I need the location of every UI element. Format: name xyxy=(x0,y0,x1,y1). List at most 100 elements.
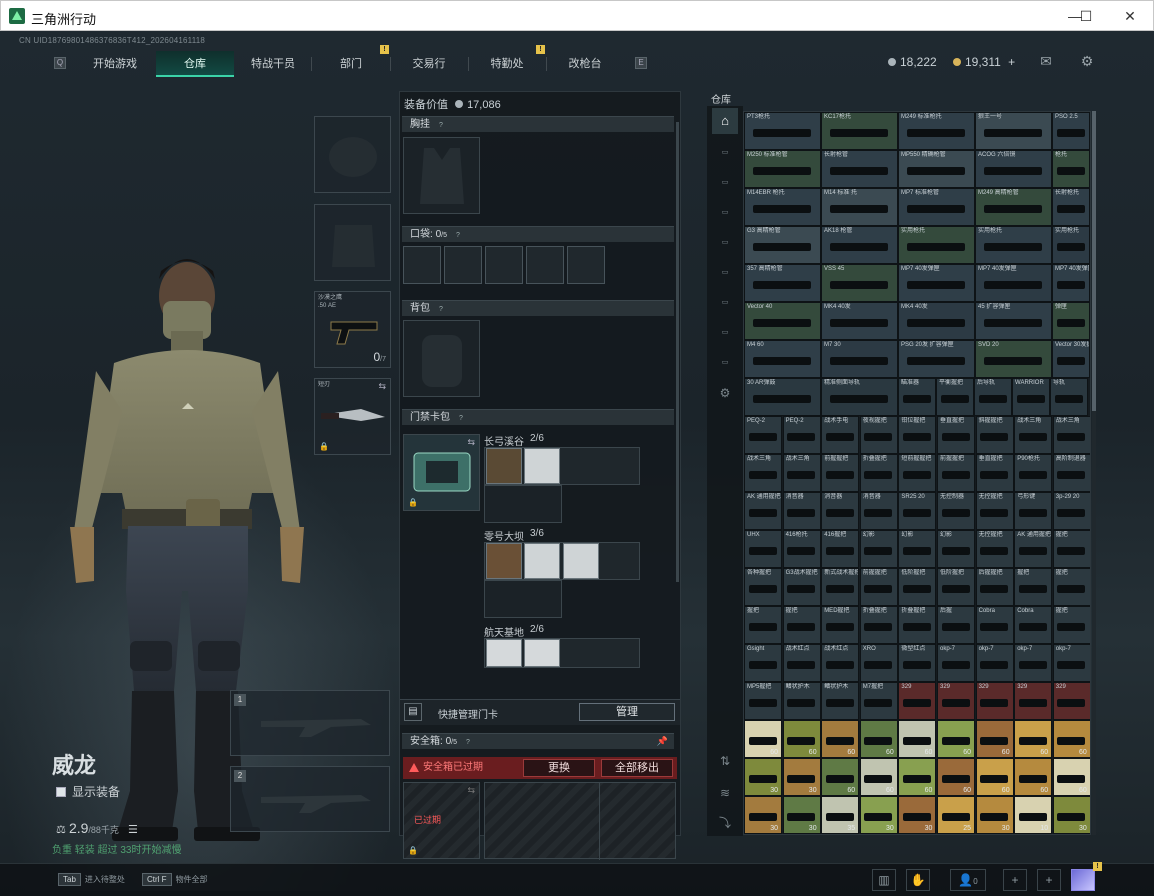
storage-item[interactable]: ACOG 六倍镜 xyxy=(975,150,1052,188)
storage-item[interactable]: MP550 精确枪管 xyxy=(898,150,975,188)
storage-all-tab-icon[interactable]: ⌂ xyxy=(712,108,738,134)
storage-item[interactable]: PEQ-2 xyxy=(782,416,821,454)
storage-item[interactable]: Vector 40 xyxy=(744,302,821,340)
storage-item[interactable]: MP7 40发弹匣 xyxy=(898,264,975,302)
storage-item[interactable]: 30 xyxy=(859,796,898,834)
settings-gear-icon[interactable]: ⚙ xyxy=(1078,53,1096,69)
storage-item[interactable]: 握把 xyxy=(1052,606,1090,644)
squad-icon[interactable]: 👤0 xyxy=(950,869,986,891)
storage-item[interactable]: PEQ-2 xyxy=(744,416,782,454)
storage-item[interactable]: 35 xyxy=(821,796,860,834)
storage-item[interactable]: 60 xyxy=(937,720,975,758)
storage-item[interactable]: 弓形键 xyxy=(1014,492,1053,530)
storage-settings-icon[interactable]: ⚙ xyxy=(712,380,738,406)
storage-item[interactable]: 前握握把 xyxy=(821,454,860,492)
storage-item[interactable]: 钳位握把 xyxy=(898,416,937,454)
storage-item[interactable]: 战术红点 xyxy=(782,644,821,682)
helmet-slot[interactable] xyxy=(314,116,391,193)
keycard-grid[interactable] xyxy=(484,447,640,485)
storage-item[interactable]: 消音器 xyxy=(821,492,860,530)
pocket-cell[interactable] xyxy=(403,246,441,284)
pin-icon[interactable]: 📌 xyxy=(657,734,668,749)
storage-tab-5[interactable]: ▭ xyxy=(712,260,738,286)
storage-item[interactable]: MP7 标准枪管 xyxy=(898,188,975,226)
storage-item[interactable]: 战术三角 xyxy=(1052,416,1090,454)
primary-weapon-slot[interactable]: 1 xyxy=(230,690,390,756)
storage-item[interactable]: P90枪托 xyxy=(1014,454,1053,492)
storage-item[interactable]: 30 xyxy=(782,796,821,834)
storage-item[interactable]: 30 xyxy=(744,758,782,796)
storage-item[interactable]: 握把 xyxy=(1052,568,1090,606)
keycard-item[interactable] xyxy=(486,639,522,667)
storage-item[interactable]: 短前握握把 xyxy=(898,454,937,492)
pocket-cell[interactable] xyxy=(526,246,564,284)
storage-item[interactable]: 高阶制退器 xyxy=(1052,454,1090,492)
sidearm-slot[interactable]: 沙漠之鹰 .50 AE 0/7 xyxy=(314,291,391,368)
storage-item[interactable]: G3 高精枪管 xyxy=(744,226,821,264)
storage-item[interactable]: 鳍状护木 xyxy=(782,682,821,720)
keycard-grid-row[interactable] xyxy=(484,580,562,618)
storage-item[interactable]: 30 xyxy=(898,796,937,834)
storage-item[interactable]: 60 xyxy=(1014,720,1053,758)
keycard-item[interactable] xyxy=(524,639,560,667)
storage-item[interactable]: Cobra xyxy=(975,606,1014,644)
tab-start-game[interactable]: 开始游戏 xyxy=(74,51,156,77)
storage-item[interactable]: XRO xyxy=(859,644,898,682)
storage-item[interactable]: MK4 40发 xyxy=(898,302,975,340)
storage-item[interactable]: Vector 30发扩容 xyxy=(1052,340,1090,378)
safebox-grid[interactable] xyxy=(484,782,676,860)
tab-gunsmith[interactable]: 改枪台 xyxy=(546,51,624,77)
armor-slot[interactable] xyxy=(314,204,391,281)
storage-item[interactable]: 实用枪托 xyxy=(898,226,975,264)
melee-slot[interactable]: 短刃 ⇆ 🔒 xyxy=(314,378,391,455)
storage-tab-2[interactable]: ▭ xyxy=(712,170,738,196)
storage-item[interactable]: 无控制器 xyxy=(937,492,975,530)
storage-item[interactable]: 3p-29 20 xyxy=(1052,492,1090,530)
storage-tab-1[interactable]: ▭ xyxy=(712,140,738,166)
pocket-cell[interactable] xyxy=(485,246,523,284)
storage-item[interactable]: 战术手电 xyxy=(821,416,860,454)
storage-item[interactable]: 新式战术握把 xyxy=(821,568,860,606)
storage-item[interactable]: WARRIOR xyxy=(1012,378,1050,416)
replace-button[interactable]: 更换 xyxy=(523,759,595,777)
profile-avatar[interactable] xyxy=(1071,869,1095,891)
storage-tab-7[interactable]: ▭ xyxy=(712,320,738,346)
storage-item[interactable]: 无控握把 xyxy=(975,492,1014,530)
storage-item[interactable]: 60 xyxy=(859,720,898,758)
mail-icon[interactable]: ✉ xyxy=(1037,53,1055,69)
storage-item[interactable]: 折叠握把 xyxy=(898,606,937,644)
add-squad-slot-button[interactable]: + xyxy=(1037,869,1061,891)
storage-item[interactable]: 弹匣 xyxy=(1052,302,1090,340)
storage-item[interactable]: G3战术握把 xyxy=(782,568,821,606)
hand-icon[interactable]: ✋ xyxy=(906,869,930,891)
show-equipment-toggle[interactable]: 显示装备 xyxy=(56,783,120,800)
storage-item[interactable]: MK4 40发 xyxy=(821,302,898,340)
storage-item[interactable]: 329 xyxy=(1052,682,1090,720)
storage-item[interactable]: SR25 20 xyxy=(898,492,937,530)
storage-tab-4[interactable]: ▭ xyxy=(712,230,738,256)
storage-item[interactable]: MED握把 xyxy=(821,606,860,644)
storage-item[interactable]: 357 高精枪管 xyxy=(744,264,821,302)
storage-item[interactable]: 60 xyxy=(937,758,975,796)
storage-item[interactable]: 416握把 xyxy=(821,530,860,568)
storage-item[interactable]: 鳍状护木 xyxy=(821,682,860,720)
storage-item[interactable]: 实用枪托 xyxy=(975,226,1052,264)
storage-item[interactable]: okp-7 xyxy=(975,644,1014,682)
storage-item[interactable]: 长射枪管 xyxy=(821,150,898,188)
storage-item[interactable]: 60 xyxy=(821,758,860,796)
storage-item[interactable]: UHX xyxy=(744,530,782,568)
storage-item[interactable]: 垂直握把 xyxy=(937,416,975,454)
storage-item[interactable]: MP7 40发弹匣 xyxy=(1052,264,1090,302)
storage-item[interactable]: 30 xyxy=(975,796,1014,834)
storage-item[interactable]: 416枪托 xyxy=(782,530,821,568)
storage-item[interactable]: PT3枪托 xyxy=(744,112,821,150)
storage-item[interactable]: 精准侧面导轨 xyxy=(821,378,898,416)
storage-item[interactable]: 低阶握把 xyxy=(898,568,937,606)
manage-button[interactable]: 管理 xyxy=(579,703,675,721)
backpack-slot[interactable] xyxy=(403,320,480,397)
storage-item[interactable]: 60 xyxy=(821,720,860,758)
storage-item[interactable]: okp-7 xyxy=(937,644,975,682)
keycard-item[interactable] xyxy=(486,543,522,579)
storage-item[interactable]: 60 xyxy=(859,758,898,796)
storage-item[interactable]: SVD 20 xyxy=(975,340,1052,378)
